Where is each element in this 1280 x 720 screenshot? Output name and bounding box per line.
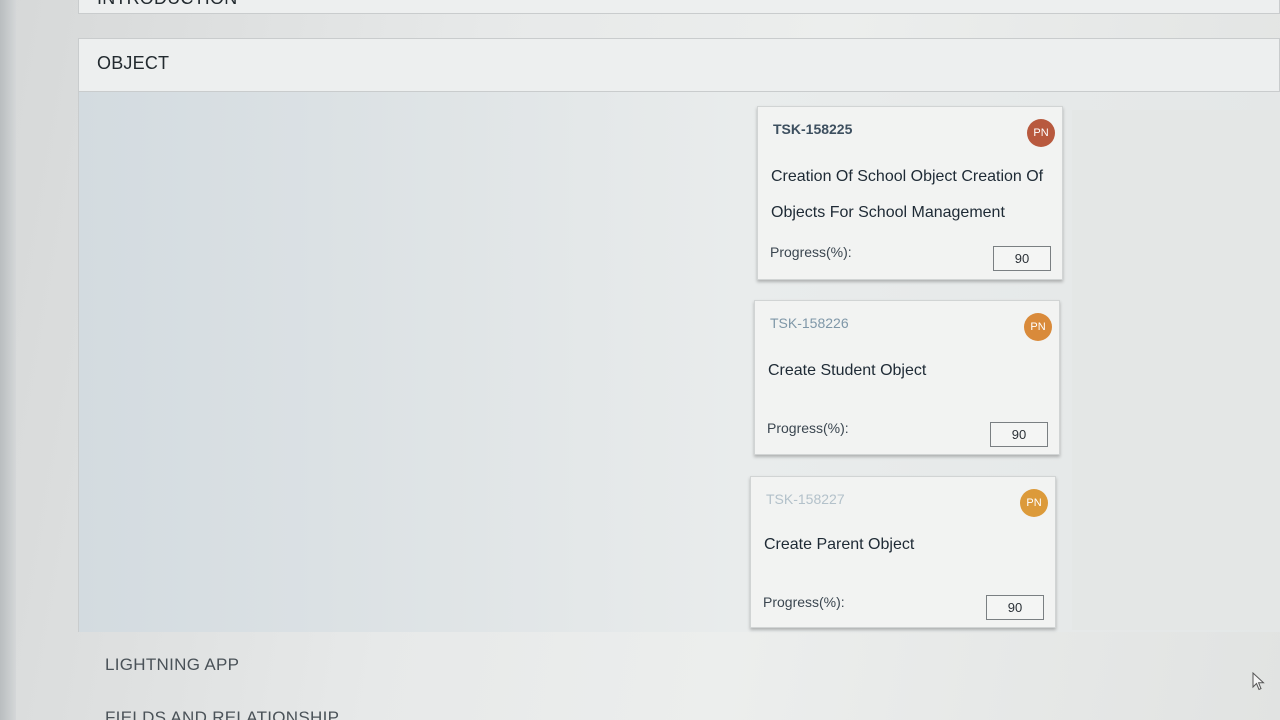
assignee-avatar[interactable]: PN bbox=[1020, 489, 1048, 517]
section-lightning-app[interactable]: LIGHTNING APP bbox=[105, 655, 239, 675]
progress-input[interactable] bbox=[990, 422, 1048, 447]
section-introduction-title: INTRODUCTION bbox=[97, 0, 237, 9]
task-card[interactable]: TSK-158226 PN Create Student Object Prog… bbox=[754, 300, 1060, 455]
task-title: Create Student Object bbox=[768, 362, 927, 379]
task-id[interactable]: TSK-158225 bbox=[773, 121, 852, 137]
task-id[interactable]: TSK-158226 bbox=[770, 315, 849, 331]
task-card[interactable]: TSK-158225 PN Creation Of School Object … bbox=[757, 106, 1063, 280]
task-id[interactable]: TSK-158227 bbox=[766, 491, 845, 507]
mouse-pointer-icon bbox=[1252, 672, 1265, 691]
task-card[interactable]: TSK-158227 PN Create Parent Object Progr… bbox=[750, 476, 1056, 628]
board-column bbox=[1072, 110, 1280, 630]
progress-label: Progress(%): bbox=[763, 594, 845, 610]
left-gutter bbox=[0, 0, 16, 720]
section-fields-and-relationship[interactable]: FIELDS AND RELATIONSHIP bbox=[105, 708, 339, 720]
section-object[interactable]: OBJECT bbox=[78, 38, 1280, 92]
task-title: Create Parent Object bbox=[764, 536, 915, 553]
section-introduction[interactable]: INTRODUCTION bbox=[78, 0, 1280, 14]
assignee-avatar[interactable]: PN bbox=[1027, 119, 1055, 147]
assignee-avatar[interactable]: PN bbox=[1024, 313, 1052, 341]
progress-input[interactable] bbox=[986, 595, 1044, 620]
screen: INTRODUCTION OBJECT TSK-158225 PN Creati… bbox=[0, 0, 1280, 720]
progress-label: Progress(%): bbox=[767, 420, 849, 436]
progress-input[interactable] bbox=[993, 246, 1051, 271]
progress-label: Progress(%): bbox=[770, 244, 852, 260]
section-object-title: OBJECT bbox=[97, 53, 170, 73]
task-title: Creation Of School Object Creation Of Ob… bbox=[771, 168, 1044, 221]
